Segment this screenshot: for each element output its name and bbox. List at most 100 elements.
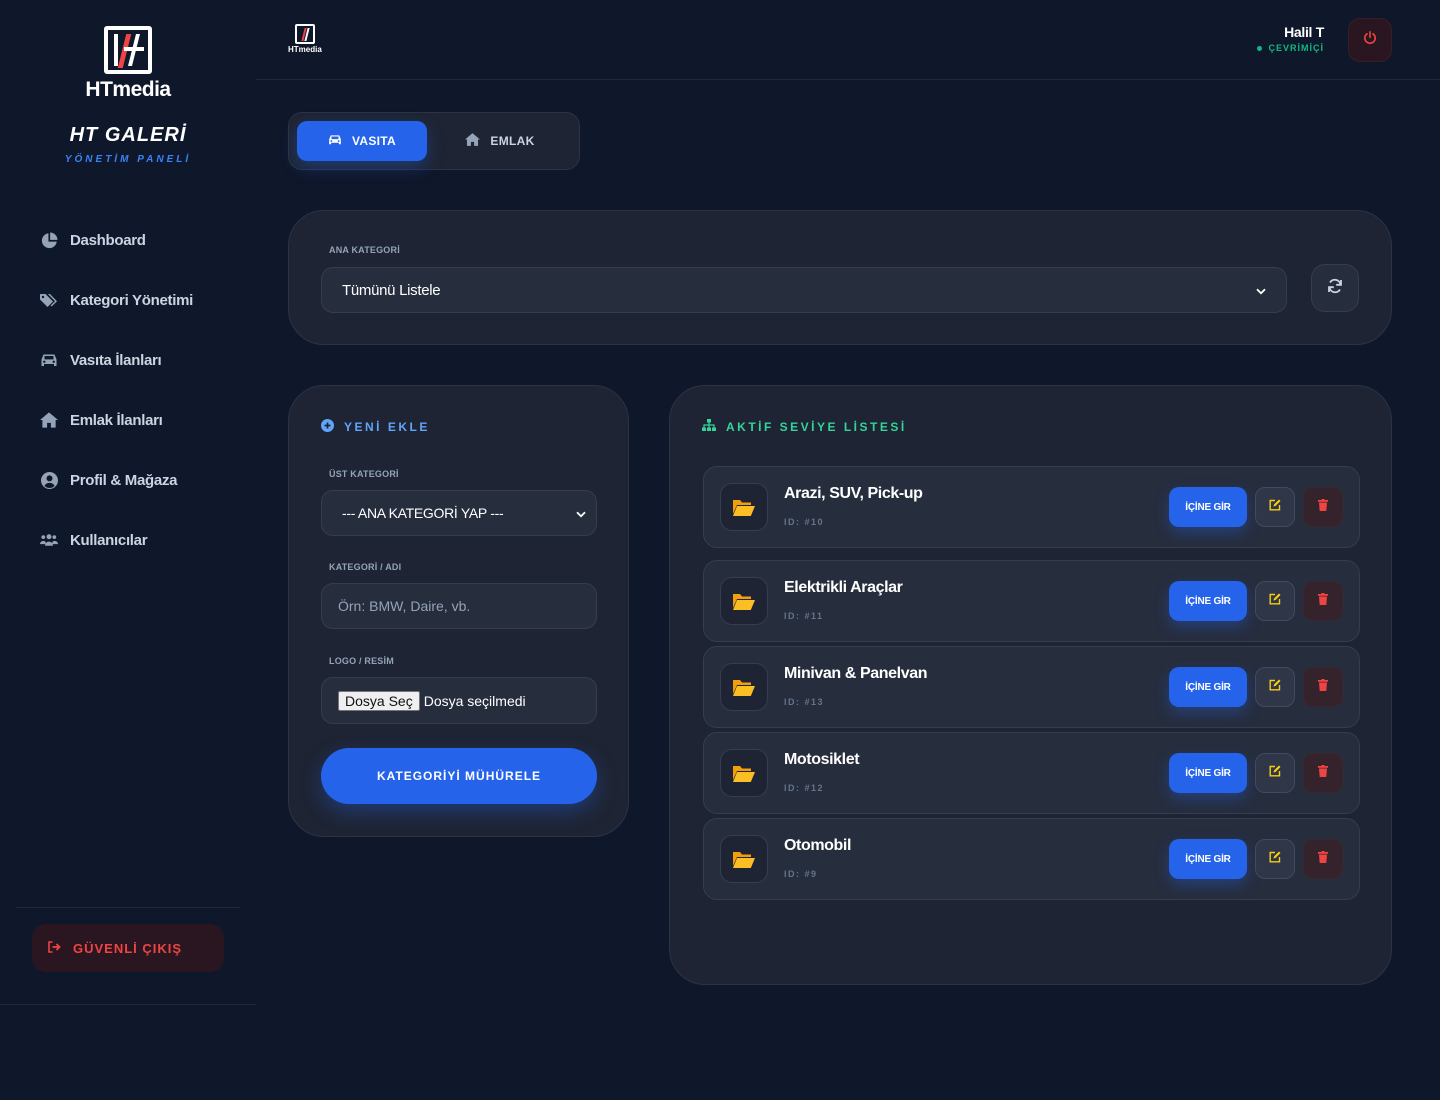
folder-open-icon [720, 835, 768, 883]
category-name: Minivan & Panelvan [784, 665, 928, 682]
add-panel-title-text: YENİ EKLE [344, 420, 430, 434]
sidebar-item-dashboard[interactable]: Dashboard [0, 210, 256, 270]
sidebar-item-label: Profil & Mağaza [70, 471, 178, 489]
sidebar-item-users[interactable]: Kullanıcılar [0, 510, 256, 570]
trash-icon [1318, 850, 1328, 868]
power-button[interactable] [1348, 18, 1392, 62]
user-status: ÇEVRİMİÇİ [1257, 43, 1324, 53]
edit-button[interactable] [1255, 753, 1295, 793]
choose-file-button[interactable]: Dosya Seç [338, 690, 420, 711]
category-name-label: KATEGORİ / ADI [329, 562, 402, 572]
user-info: Halil T ÇEVRİMİÇİ [1257, 24, 1324, 53]
brand-logo: HTmedia [0, 26, 256, 102]
users-icon [40, 531, 58, 549]
htmedia-logo-icon [294, 24, 315, 44]
home-icon [40, 411, 58, 429]
category-id: ID: #13 [784, 697, 825, 707]
enter-category-button[interactable]: İÇİNE GİR [1169, 667, 1247, 707]
sign-out-icon [48, 940, 61, 956]
brand-title: HT GALERİ [69, 124, 187, 146]
car-icon [328, 134, 342, 149]
type-tabs: VASITA EMLAK [288, 112, 580, 170]
main-category-select[interactable]: Tümünü Listele [321, 267, 1287, 313]
add-panel-title: YENİ EKLE [321, 419, 430, 435]
sidebar: HTmedia HT GALERİ YÖNETİM PANELİ Dashboa… [0, 0, 256, 1005]
delete-button[interactable] [1303, 839, 1343, 879]
sidebar-item-categories[interactable]: Kategori Yönetimi [0, 270, 256, 330]
sidebar-item-label: Kategori Yönetimi [70, 291, 193, 309]
delete-button[interactable] [1303, 487, 1343, 527]
enter-category-button[interactable]: İÇİNE GİR [1169, 581, 1247, 621]
main-category-value: Tümünü Listele [342, 281, 441, 299]
category-name: Arazi, SUV, Pick-up [784, 485, 923, 502]
topbar-logo[interactable]: HTmedia [288, 24, 322, 54]
tab-vasita[interactable]: VASITA [297, 121, 427, 161]
trash-icon [1318, 592, 1328, 610]
list-panel-title: AKTİF SEVİYE LİSTESİ [702, 419, 907, 434]
folder-open-icon [720, 483, 768, 531]
car-icon [40, 351, 58, 369]
logout-button[interactable]: GÜVENLİ ÇIKIŞ [32, 924, 224, 972]
category-list: Arazi, SUV, Pick-up ID: #10 İÇİNE GİR El… [703, 466, 1360, 904]
sidebar-item-profile[interactable]: Profil & Mağaza [0, 450, 256, 510]
submit-category-button[interactable]: KATEGORİYİ MÜHÜRELE [321, 748, 597, 804]
list-panel-title-text: AKTİF SEVİYE LİSTESİ [726, 419, 907, 434]
sidebar-item-label: Vasıta İlanları [70, 351, 162, 369]
tab-label: VASITA [351, 134, 397, 148]
edit-button[interactable] [1255, 581, 1295, 621]
brand-name: HTmedia [85, 78, 171, 101]
parent-category-select[interactable]: --- ANA KATEGORİ YAP --- [321, 490, 597, 536]
sidebar-item-label: Kullanıcılar [70, 531, 148, 549]
brand-subtitle: YÖNETİM PANELİ [64, 154, 192, 165]
user-status-label: ÇEVRİMİÇİ [1268, 43, 1324, 53]
delete-button[interactable] [1303, 667, 1343, 707]
enter-category-button[interactable]: İÇİNE GİR [1169, 753, 1247, 793]
user-circle-icon [40, 471, 58, 489]
enter-category-button[interactable]: İÇİNE GİR [1169, 487, 1247, 527]
add-category-panel: YENİ EKLE ÜST KATEGORİ --- ANA KATEGORİ … [288, 385, 629, 837]
category-id: ID: #11 [784, 611, 824, 621]
logo-label: LOGO / RESİM [329, 656, 394, 666]
logout-label: GÜVENLİ ÇIKIŞ [73, 940, 183, 956]
online-dot-icon [1257, 45, 1263, 51]
edit-button[interactable] [1255, 487, 1295, 527]
user-name: Halil T [1284, 24, 1324, 40]
sidebar-item-realestate[interactable]: Emlak İlanları [0, 390, 256, 450]
category-id: ID: #9 [784, 869, 818, 879]
category-name-input[interactable] [321, 583, 597, 629]
category-row: Arazi, SUV, Pick-up ID: #10 İÇİNE GİR [703, 466, 1360, 548]
parent-category-value: --- ANA KATEGORİ YAP --- [342, 505, 504, 521]
tab-emlak[interactable]: EMLAK [435, 121, 565, 161]
sitemap-icon [702, 419, 716, 434]
folder-open-icon [720, 663, 768, 711]
delete-button[interactable] [1303, 581, 1343, 621]
edit-button[interactable] [1255, 667, 1295, 707]
sidebar-divider [16, 907, 240, 908]
refresh-button[interactable] [1311, 264, 1359, 312]
edit-icon [1269, 498, 1281, 516]
plus-circle-icon [321, 419, 334, 435]
sidebar-item-vehicles[interactable]: Vasıta İlanları [0, 330, 256, 390]
category-row: Otomobil ID: #9 İÇİNE GİR [703, 818, 1360, 900]
edit-icon [1269, 850, 1281, 868]
parent-category-label: ÜST KATEGORİ [329, 469, 399, 479]
power-icon [1363, 30, 1377, 50]
chevron-down-icon [1256, 282, 1266, 299]
delete-button[interactable] [1303, 753, 1343, 793]
logo-file-input[interactable]: Dosya Seç Dosya seçilmedi [321, 677, 597, 724]
tab-label: EMLAK [490, 134, 535, 148]
sidebar-item-label: Emlak İlanları [70, 411, 163, 429]
folder-open-icon [720, 577, 768, 625]
trash-icon [1318, 764, 1328, 782]
trash-icon [1318, 498, 1328, 516]
topbar: HTmedia Halil T ÇEVRİMİÇİ [256, 0, 1440, 80]
tags-icon [40, 291, 58, 309]
enter-category-button[interactable]: İÇİNE GİR [1169, 839, 1247, 879]
edit-button[interactable] [1255, 839, 1295, 879]
category-name: Otomobil [784, 837, 852, 854]
category-name: Elektrikli Araçlar [784, 579, 903, 596]
category-id: ID: #10 [784, 517, 825, 527]
topbar-logo-text: HTmedia [288, 45, 322, 54]
category-row: Elektrikli Araçlar ID: #11 İÇİNE GİR [703, 560, 1360, 642]
chevron-down-icon [576, 505, 586, 521]
